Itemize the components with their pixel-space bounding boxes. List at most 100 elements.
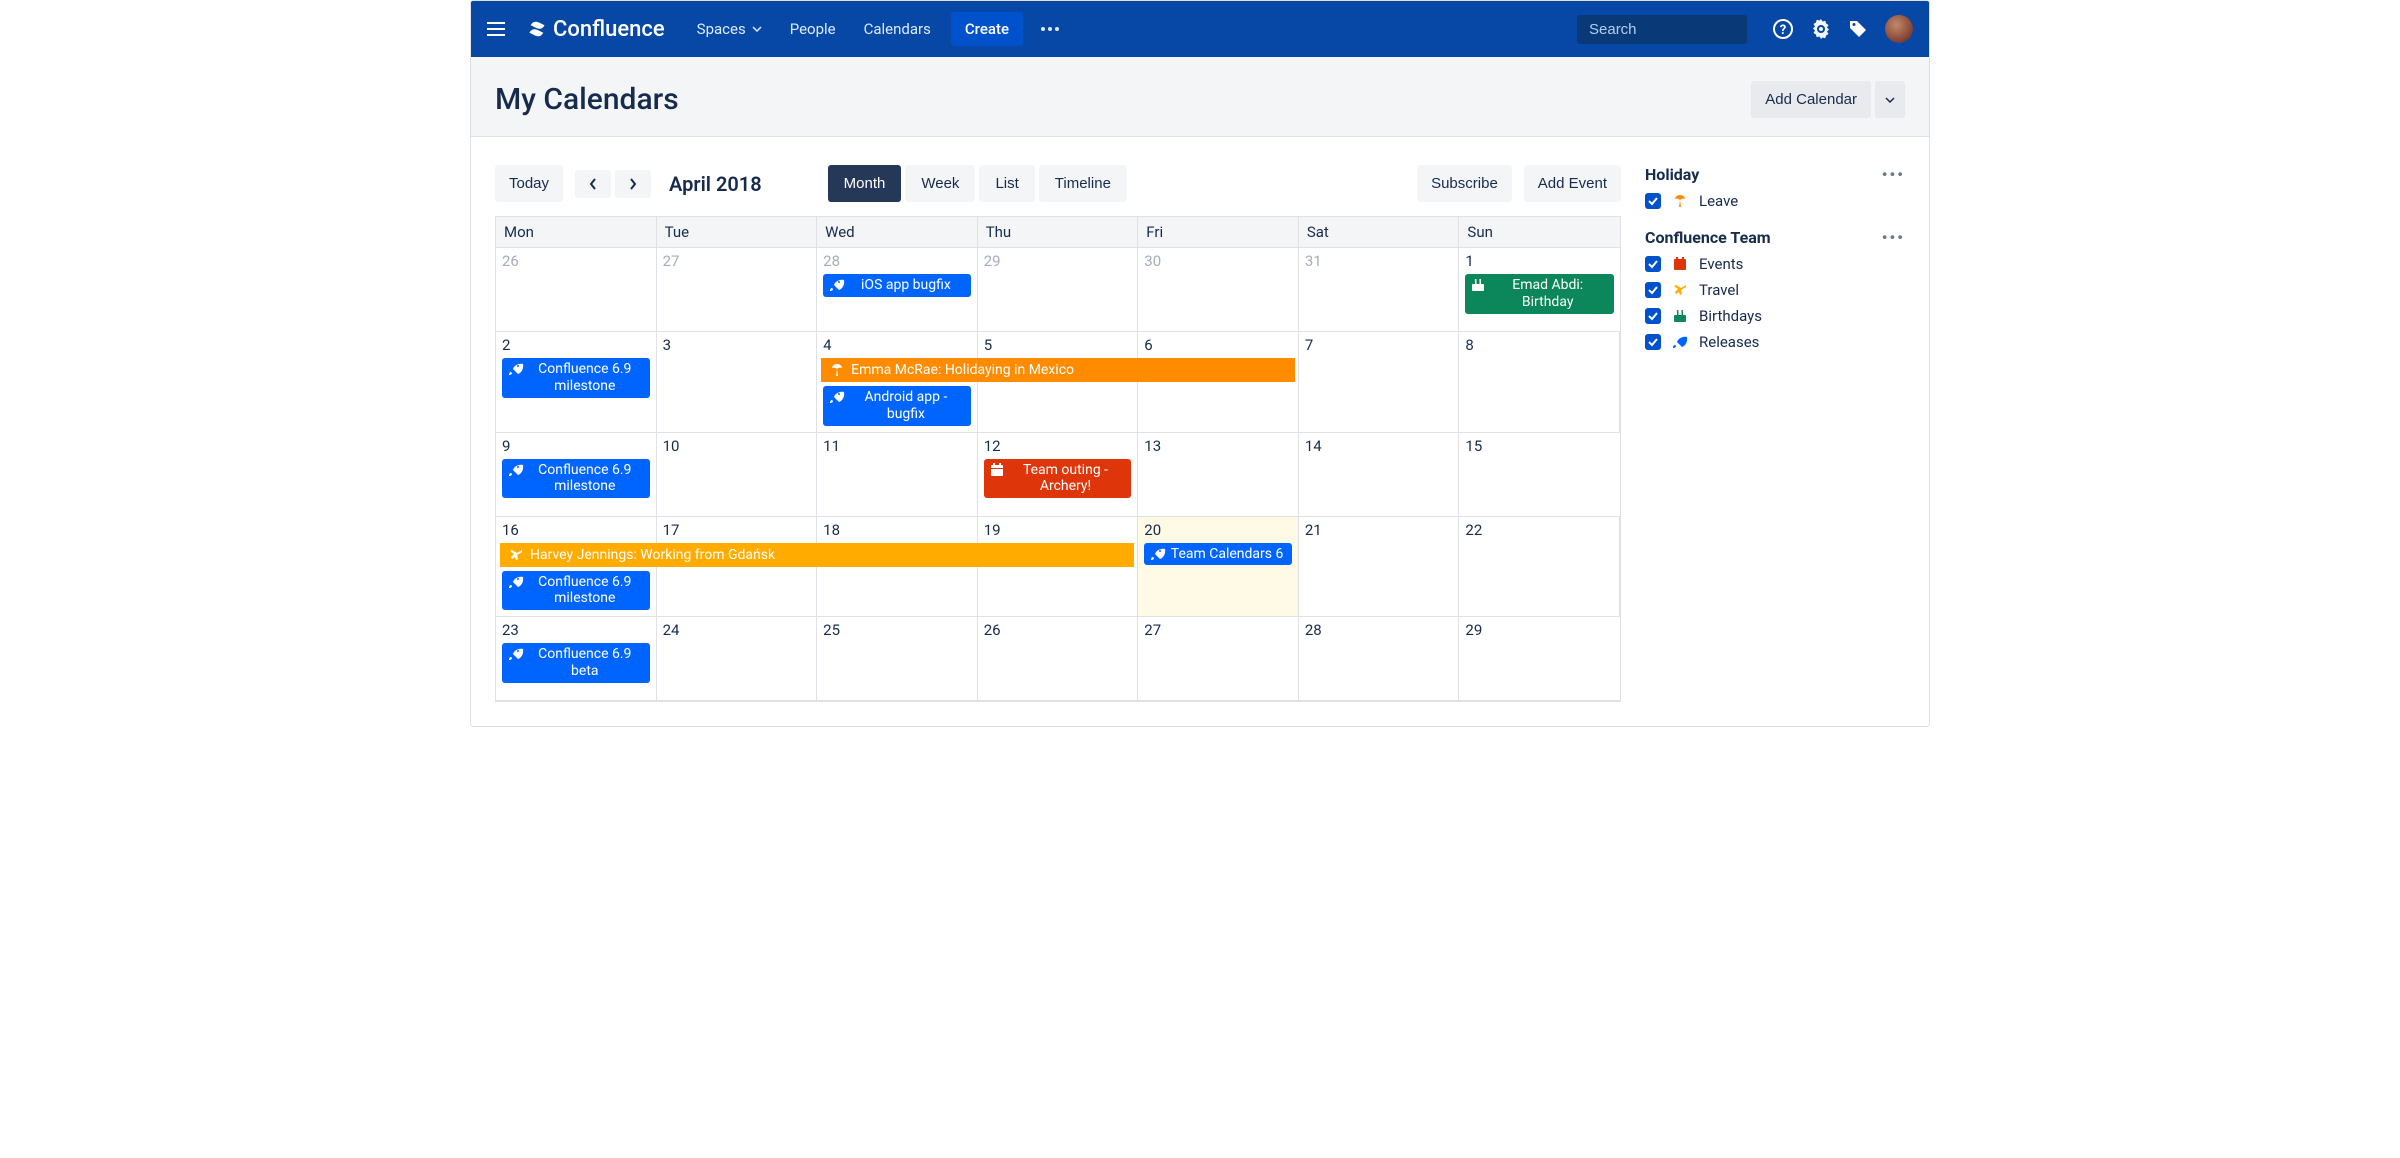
view-week-button[interactable]: Week	[905, 165, 975, 202]
add-calendar-dropdown[interactable]	[1875, 81, 1905, 118]
gear-icon[interactable]	[1811, 19, 1831, 39]
calendar-cell[interactable]: 12Team outing - Archery!	[978, 433, 1139, 517]
calendar-type-row: Leave	[1645, 192, 1905, 210]
event-text: Confluence 6.9 beta	[526, 646, 644, 680]
calendar-cell[interactable]: 2Confluence 6.9 milestone	[496, 332, 657, 433]
day-number: 31	[1305, 252, 1453, 270]
calendar-cell[interactable]: 6	[1138, 332, 1299, 433]
calendar-cell[interactable]: 14	[1299, 433, 1460, 517]
calendar-cell[interactable]: 3	[657, 332, 818, 433]
help-icon[interactable]: ?	[1773, 19, 1793, 39]
calendar-cell[interactable]: 7	[1299, 332, 1460, 433]
day-number: 15	[1465, 437, 1614, 455]
tag-icon[interactable]	[1849, 20, 1867, 38]
checkbox[interactable]	[1645, 282, 1661, 298]
calendar-cell[interactable]: 27	[1138, 617, 1299, 701]
next-button[interactable]	[615, 170, 651, 198]
nav-spaces[interactable]: Spaces	[685, 12, 774, 46]
calendar-cell[interactable]: 28	[1299, 617, 1460, 701]
calendar-cell[interactable]: 11	[817, 433, 978, 517]
search-input[interactable]	[1589, 21, 1788, 38]
calendar-type-row: Events	[1645, 255, 1905, 273]
calendar-body: 262728iOS app bugfix2930311Emad Abdi: Bi…	[496, 248, 1620, 701]
calendar-group: Confluence Team•••EventsTravelBirthdaysR…	[1645, 228, 1905, 351]
calendar-cell[interactable]: 29	[1459, 617, 1620, 701]
calendar-group-more[interactable]: •••	[1882, 228, 1905, 247]
calendar-cell[interactable]: 21	[1299, 517, 1460, 618]
more-button[interactable]	[1031, 19, 1069, 39]
calendar-event[interactable]: Emad Abdi: Birthday	[1465, 274, 1614, 314]
weekday-header: Sun	[1459, 217, 1620, 247]
calendar-cell[interactable]: 28iOS app bugfix	[817, 248, 978, 332]
calendar-event[interactable]: Confluence 6.9 milestone	[502, 459, 650, 499]
calendar-cell[interactable]: 16Confluence 6.9 milestone	[496, 517, 657, 618]
view-month-button[interactable]: Month	[828, 165, 902, 202]
calendar-banner-event[interactable]: Emma McRae: Holidaying in Mexico	[821, 358, 1295, 382]
checkbox[interactable]	[1645, 256, 1661, 272]
calendar-area: Today April 2018 MonthWeekListTimeline S…	[495, 165, 1621, 702]
calendar-cell[interactable]: 30	[1138, 248, 1299, 332]
calendar-cell[interactable]: 23Confluence 6.9 beta	[496, 617, 657, 701]
birthday-icon	[1671, 309, 1689, 323]
subscribe-button[interactable]: Subscribe	[1417, 165, 1512, 202]
calendar-cell[interactable]: 15	[1459, 433, 1620, 517]
top-nav: Confluence Spaces People Calendars Creat…	[471, 1, 1929, 57]
avatar[interactable]	[1885, 15, 1913, 43]
calendar-event[interactable]: Team Calendars 6	[1144, 543, 1292, 566]
calendar-group-title: Confluence Team	[1645, 228, 1771, 247]
day-number: 29	[1465, 621, 1614, 639]
calendar-banner-event[interactable]: Harvey Jennings: Working from Gdańsk	[500, 543, 1134, 567]
add-event-button[interactable]: Add Event	[1524, 165, 1621, 202]
checkbox[interactable]	[1645, 334, 1661, 350]
calendar-event[interactable]: iOS app bugfix	[823, 274, 971, 297]
checkbox[interactable]	[1645, 308, 1661, 324]
calendar-event[interactable]: Team outing - Archery!	[984, 459, 1132, 499]
today-button[interactable]: Today	[495, 165, 563, 202]
calendar-cell[interactable]: 20Team Calendars 6	[1138, 517, 1299, 618]
release-icon	[1671, 335, 1689, 349]
event-text: Emad Abdi: Birthday	[1487, 277, 1608, 311]
calendar-cell[interactable]: 25	[817, 617, 978, 701]
day-number: 24	[663, 621, 811, 639]
calendar-event[interactable]: Confluence 6.9 beta	[502, 643, 650, 683]
calendar-event[interactable]: Confluence 6.9 milestone	[502, 571, 650, 611]
calendar-cell[interactable]: 9Confluence 6.9 milestone	[496, 433, 657, 517]
nav-people[interactable]: People	[778, 12, 848, 46]
calendar-cell[interactable]: 1Emad Abdi: Birthday	[1459, 248, 1620, 332]
calendar-cell[interactable]: 24	[657, 617, 818, 701]
nav-calendars[interactable]: Calendars	[852, 12, 943, 46]
view-timeline-button[interactable]: Timeline	[1039, 165, 1127, 202]
calendar-cell[interactable]: 18	[817, 517, 978, 618]
calendar-row: 9Confluence 6.9 milestone101112Team outi…	[496, 433, 1620, 517]
calendar-event[interactable]: Confluence 6.9 milestone	[502, 358, 650, 398]
calendar-group-more[interactable]: •••	[1882, 165, 1905, 184]
calendar-cell[interactable]: 8	[1459, 332, 1620, 433]
calendar-cell[interactable]: 4Android app - bugfix	[817, 332, 978, 433]
calendar-cell[interactable]: 10	[657, 433, 818, 517]
day-number: 27	[663, 252, 811, 270]
ellipsis-icon	[1041, 27, 1059, 31]
menu-icon[interactable]	[487, 17, 511, 41]
checkbox[interactable]	[1645, 193, 1661, 209]
calendar-cell[interactable]: 26	[978, 617, 1139, 701]
calendar-cell[interactable]: 29	[978, 248, 1139, 332]
add-calendar-button[interactable]: Add Calendar	[1751, 81, 1871, 118]
calendar-cell[interactable]: 19	[978, 517, 1139, 618]
calendar-cell[interactable]: 13	[1138, 433, 1299, 517]
view-list-button[interactable]: List	[979, 165, 1034, 202]
prev-button[interactable]	[575, 170, 611, 198]
calendar-cell[interactable]: 26	[496, 248, 657, 332]
calendar-toolbar: Today April 2018 MonthWeekListTimeline S…	[495, 165, 1621, 202]
calendar-cell[interactable]: 22	[1459, 517, 1620, 618]
calendar-type-row: Releases	[1645, 333, 1905, 351]
calendar-cell[interactable]: 27	[657, 248, 818, 332]
calendar-cell[interactable]: 17	[657, 517, 818, 618]
chevron-down-icon	[1885, 97, 1895, 103]
calendar-cell[interactable]: 5	[978, 332, 1139, 433]
brand[interactable]: Confluence	[527, 17, 665, 42]
search-box[interactable]	[1577, 15, 1747, 44]
calendar-event[interactable]: Android app - bugfix	[823, 386, 971, 426]
day-number: 17	[663, 521, 811, 539]
calendar-cell[interactable]: 31	[1299, 248, 1460, 332]
create-button[interactable]: Create	[951, 12, 1023, 46]
